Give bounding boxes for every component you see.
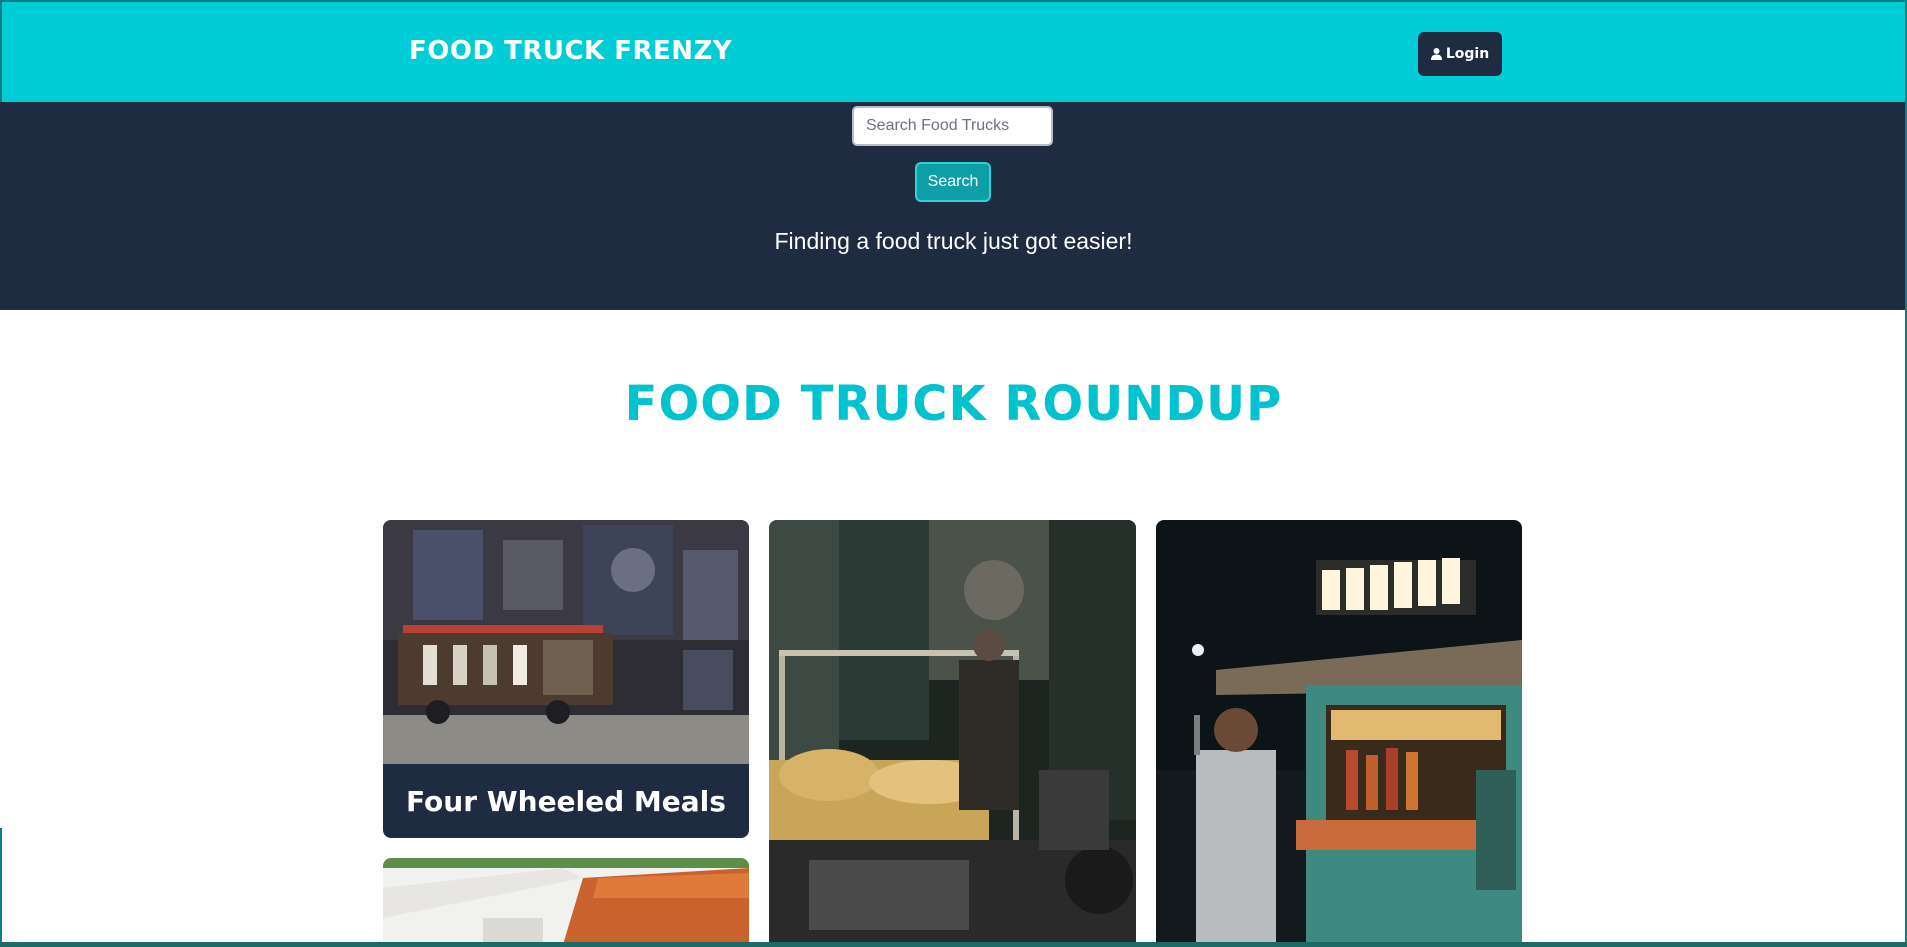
food-truck-card[interactable]: Four Wheeled Meals: [383, 520, 749, 838]
food-truck-card[interactable]: [383, 858, 749, 947]
window-edge: [0, 942, 1907, 947]
login-label: Login: [1445, 46, 1490, 62]
wafels-sign-icon: [1316, 558, 1476, 615]
food-truck-card[interactable]: [769, 520, 1136, 947]
hero-tagline: Finding a food truck just got easier!: [774, 228, 1133, 254]
window-edge: [0, 828, 2, 942]
card-title: Four Wheeled Meals: [383, 764, 749, 838]
hero-search-section: Search Finding a food truck just got eas…: [0, 102, 1907, 310]
top-navbar: FOOD TRUCK FRENZY Login: [0, 0, 1907, 102]
food-truck-card[interactable]: [1156, 520, 1522, 947]
user-icon: [1430, 48, 1442, 60]
site-brand[interactable]: FOOD TRUCK FRENZY: [409, 36, 732, 66]
login-button[interactable]: Login: [1418, 32, 1502, 76]
search-input[interactable]: [852, 106, 1053, 146]
card-image: [383, 520, 749, 764]
card-image: [769, 520, 1136, 947]
search-button[interactable]: Search: [915, 162, 991, 202]
section-title: FOOD TRUCK ROUNDUP: [624, 376, 1283, 432]
card-image: [383, 858, 749, 947]
